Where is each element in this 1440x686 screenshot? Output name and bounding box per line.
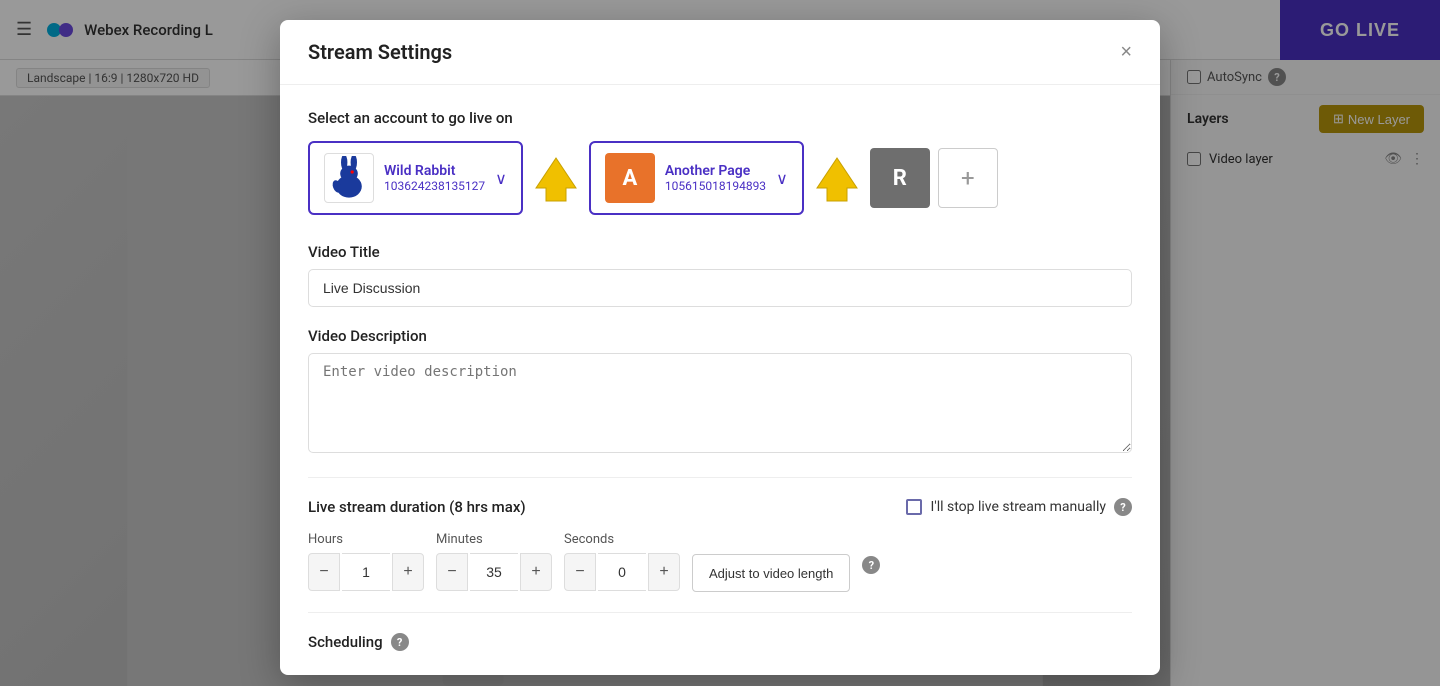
accounts-row: Wild Rabbit 103624238135127 ∨ A Another …	[308, 141, 1132, 215]
modal-title: Stream Settings	[308, 40, 452, 64]
video-title-label: Video Title	[308, 243, 1132, 261]
scheduling-label: Scheduling	[308, 633, 383, 651]
duration-help-icon[interactable]: ?	[862, 556, 880, 574]
seconds-group: Seconds − +	[564, 532, 680, 591]
duration-header: Live stream duration (8 hrs max) I'll st…	[308, 498, 1132, 516]
scheduling-help-icon[interactable]: ?	[391, 633, 409, 651]
video-description-label: Video Description	[308, 327, 1132, 345]
add-account-card[interactable]: +	[938, 148, 998, 208]
seconds-decrement-button[interactable]: −	[564, 553, 596, 591]
minutes-input-row: − +	[436, 553, 552, 591]
modal-header: Stream Settings ×	[280, 20, 1160, 85]
minutes-group: Minutes − +	[436, 532, 552, 591]
rabbit-icon	[329, 156, 369, 200]
modal-overlay: Stream Settings × Select an account to g…	[0, 0, 1440, 686]
minutes-decrement-button[interactable]: −	[436, 553, 468, 591]
another-page-info: Another Page 105615018194893	[665, 163, 766, 193]
minutes-value-input[interactable]	[470, 553, 518, 591]
wild-rabbit-chevron: ∨	[495, 169, 507, 188]
another-page-id: 105615018194893	[665, 179, 766, 193]
seconds-increment-button[interactable]: +	[648, 553, 680, 591]
minutes-label: Minutes	[436, 532, 552, 547]
another-page-avatar: A	[605, 153, 655, 203]
manual-stop-area: I'll stop live stream manually ?	[906, 498, 1132, 516]
hours-input-row: − +	[308, 553, 424, 591]
manual-stop-label: I'll stop live stream manually	[930, 499, 1106, 515]
scheduling-section: Scheduling ?	[308, 633, 1132, 651]
divider-2	[308, 612, 1132, 613]
stream-settings-modal: Stream Settings × Select an account to g…	[280, 20, 1160, 675]
seconds-label: Seconds	[564, 532, 680, 547]
arrow-2-container	[812, 153, 862, 203]
r-account-card[interactable]: R	[870, 148, 930, 208]
modal-close-button[interactable]: ×	[1120, 42, 1132, 62]
video-description-textarea[interactable]	[308, 353, 1132, 453]
divider-1	[308, 477, 1132, 478]
wild-rabbit-info: Wild Rabbit 103624238135127	[384, 163, 485, 193]
hours-increment-button[interactable]: +	[392, 553, 424, 591]
wild-rabbit-account-card[interactable]: Wild Rabbit 103624238135127 ∨	[308, 141, 523, 215]
seconds-input-row: − +	[564, 553, 680, 591]
video-title-group: Video Title	[308, 243, 1132, 307]
manual-stop-help-icon[interactable]: ?	[1114, 498, 1132, 516]
wild-rabbit-id: 103624238135127	[384, 179, 485, 193]
hours-decrement-button[interactable]: −	[308, 553, 340, 591]
seconds-value-input[interactable]	[598, 553, 646, 591]
yellow-arrow-2	[812, 153, 862, 203]
video-title-input[interactable]	[308, 269, 1132, 307]
manual-stop-checkbox[interactable]	[906, 499, 922, 515]
minutes-increment-button[interactable]: +	[520, 553, 552, 591]
video-description-group: Video Description	[308, 327, 1132, 457]
hours-value-input[interactable]	[342, 553, 390, 591]
modal-body: Select an account to go live on	[280, 85, 1160, 675]
time-fields: Hours − + Minutes − +	[308, 532, 1132, 592]
adjust-to-video-length-button[interactable]: Adjust to video length	[692, 554, 850, 592]
another-page-chevron: ∨	[776, 169, 788, 188]
hours-group: Hours − +	[308, 532, 424, 591]
wild-rabbit-name: Wild Rabbit	[384, 163, 485, 179]
yellow-arrow-1	[531, 153, 581, 203]
wild-rabbit-avatar	[324, 153, 374, 203]
hours-label: Hours	[308, 532, 424, 547]
select-account-label: Select an account to go live on	[308, 109, 1132, 127]
another-page-account-card[interactable]: A Another Page 105615018194893 ∨	[589, 141, 804, 215]
another-page-name: Another Page	[665, 163, 766, 179]
duration-title: Live stream duration (8 hrs max)	[308, 498, 526, 516]
arrow-1-container	[531, 153, 581, 203]
